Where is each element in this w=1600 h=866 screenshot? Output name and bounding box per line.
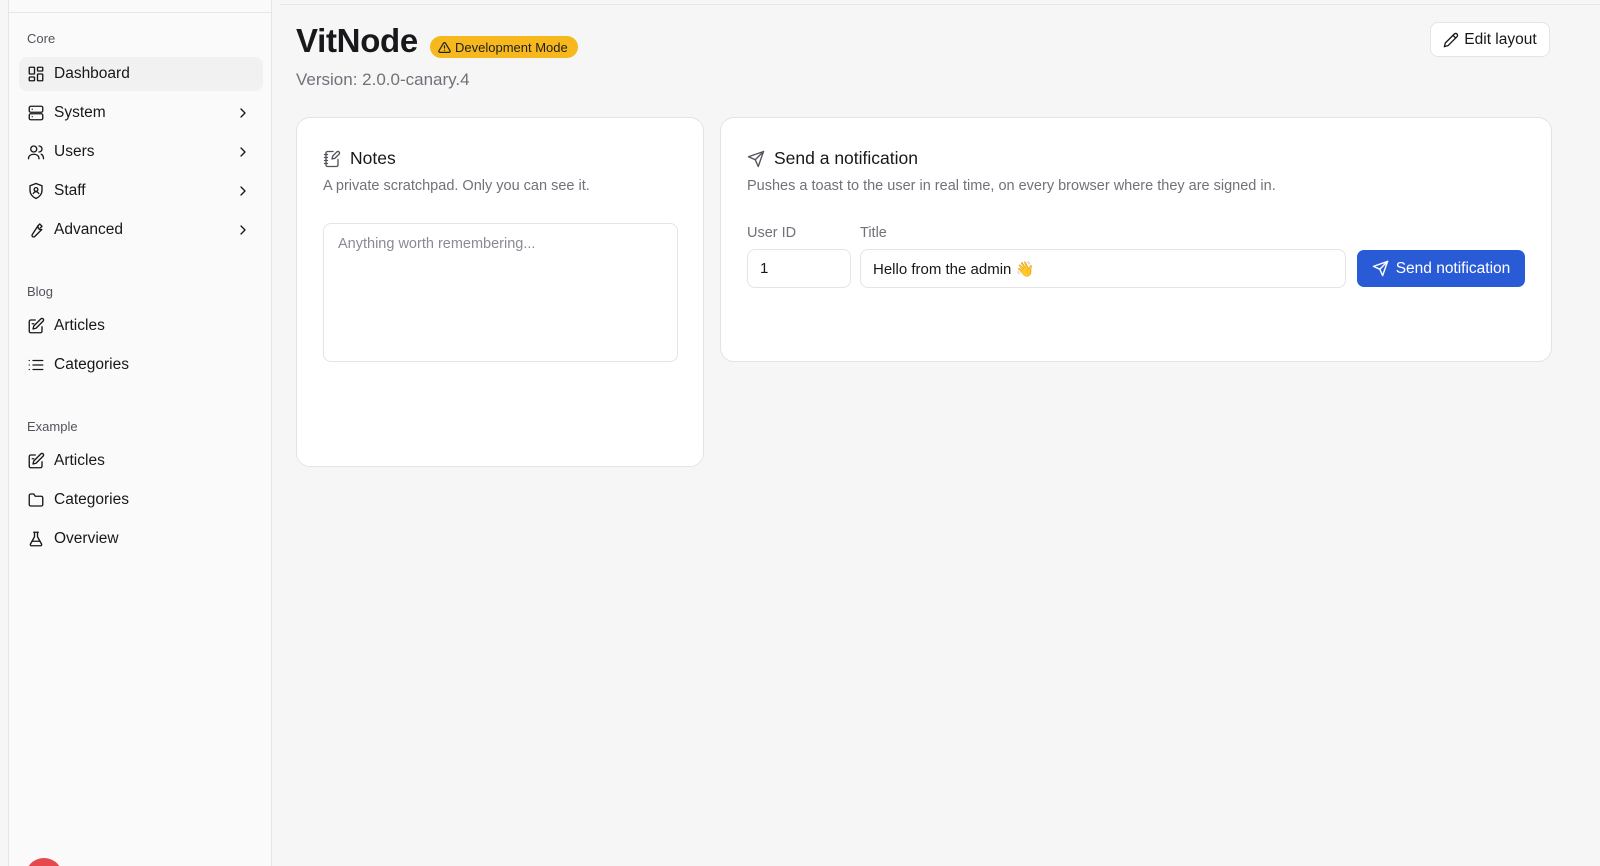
sidebar-item-example-articles[interactable]: Articles bbox=[19, 444, 263, 478]
avatar[interactable] bbox=[25, 858, 63, 866]
notification-card: Send a notification Pushes a toast to th… bbox=[720, 117, 1552, 362]
sidebar-item-label: Advanced bbox=[54, 221, 123, 238]
sidebar-item-label: Staff bbox=[54, 182, 86, 199]
wrench-icon bbox=[27, 221, 45, 239]
user-id-input[interactable] bbox=[747, 249, 851, 288]
sidebar-item-advanced[interactable]: Advanced bbox=[19, 213, 263, 247]
sidebar: Core Dashboard System Users Staff Advanc… bbox=[8, 0, 272, 866]
chevron-right-icon bbox=[235, 183, 251, 199]
send-icon bbox=[747, 150, 765, 167]
sidebar-item-blog-categories[interactable]: Categories bbox=[19, 348, 263, 382]
send-icon bbox=[1372, 260, 1388, 277]
sidebar-item-dashboard[interactable]: Dashboard bbox=[19, 57, 263, 91]
users-icon bbox=[27, 143, 45, 161]
sidebar-item-example-categories[interactable]: Categories bbox=[19, 483, 263, 517]
nav-group-core-label: Core bbox=[27, 31, 56, 46]
notes-card-title: Notes bbox=[350, 148, 396, 168]
sidebar-item-label: Articles bbox=[54, 317, 105, 334]
notification-card-header: Send a notification bbox=[747, 148, 918, 169]
user-id-label: User ID bbox=[747, 225, 797, 241]
page-title: VitNode bbox=[296, 22, 418, 59]
notes-card-description: A private scratchpad. Only you can see i… bbox=[323, 178, 590, 194]
pencil-icon bbox=[1443, 32, 1459, 47]
sidebar-item-label: Users bbox=[54, 143, 95, 160]
nav-group-blog-label: Blog bbox=[27, 284, 54, 299]
chevron-right-icon bbox=[235, 222, 251, 238]
sidebar-item-system[interactable]: System bbox=[19, 96, 263, 130]
shield-icon bbox=[27, 182, 45, 200]
dashboard-icon bbox=[27, 65, 45, 83]
notes-textarea[interactable] bbox=[323, 223, 678, 362]
title-input[interactable] bbox=[860, 249, 1346, 288]
sidebar-item-blog-articles[interactable]: Articles bbox=[19, 309, 263, 343]
edit-square-icon bbox=[27, 452, 45, 470]
title-label: Title bbox=[860, 225, 887, 241]
sidebar-item-label: Dashboard bbox=[54, 65, 130, 82]
warning-icon bbox=[438, 41, 451, 53]
nav-group-example-label: Example bbox=[27, 419, 78, 434]
list-icon bbox=[27, 356, 45, 374]
sidebar-item-label: System bbox=[54, 104, 106, 121]
sidebar-item-label: Categories bbox=[54, 356, 129, 373]
send-notification-label: Send notification bbox=[1395, 259, 1511, 277]
edit-layout-button[interactable]: Edit layout bbox=[1430, 22, 1550, 57]
status-badge: Development Mode bbox=[430, 36, 578, 58]
sidebar-item-example-overview[interactable]: Overview bbox=[19, 522, 263, 556]
server-icon bbox=[27, 104, 45, 122]
flask-icon bbox=[27, 530, 45, 548]
notes-card-header: Notes bbox=[323, 148, 396, 169]
sidebar-item-label: Overview bbox=[54, 530, 119, 547]
edit-square-icon bbox=[27, 317, 45, 335]
sidebar-item-users[interactable]: Users bbox=[19, 135, 263, 169]
chevron-right-icon bbox=[235, 105, 251, 121]
sidebar-divider bbox=[9, 12, 271, 13]
folder-icon bbox=[27, 491, 45, 509]
sidebar-item-label: Categories bbox=[54, 491, 129, 508]
notification-card-title: Send a notification bbox=[774, 148, 918, 168]
notes-card: Notes A private scratchpad. Only you can… bbox=[296, 117, 704, 467]
sidebar-item-label: Articles bbox=[54, 452, 105, 469]
version-text: Version: 2.0.0-canary.4 bbox=[296, 70, 470, 89]
notification-card-description: Pushes a toast to the user in real time,… bbox=[747, 178, 1276, 194]
edit-layout-label: Edit layout bbox=[1464, 30, 1537, 48]
notebook-pen-icon bbox=[323, 150, 341, 167]
send-notification-button[interactable]: Send notification bbox=[1357, 250, 1525, 287]
status-badge-label: Development Mode bbox=[455, 39, 568, 55]
header-divider bbox=[280, 4, 1600, 5]
chevron-right-icon bbox=[235, 144, 251, 160]
sidebar-item-staff[interactable]: Staff bbox=[19, 174, 263, 208]
